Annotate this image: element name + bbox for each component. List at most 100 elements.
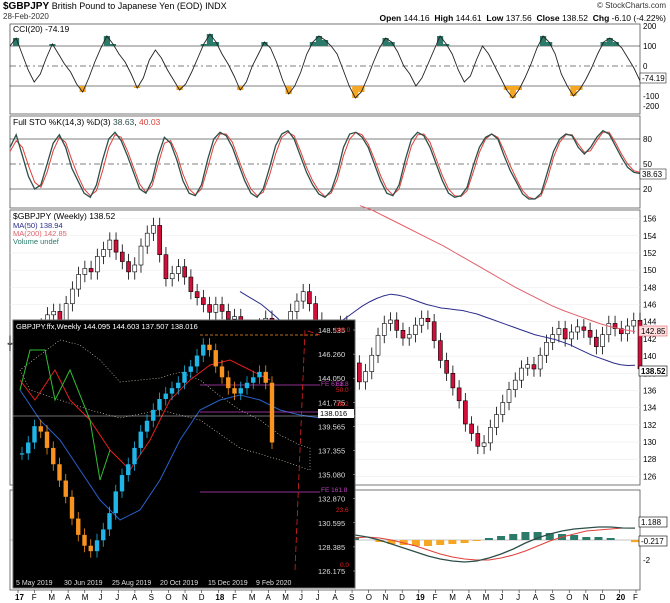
price-candle-body: [157, 225, 163, 255]
x-tick-label: O: [566, 593, 572, 602]
x-tick-label: D: [199, 593, 205, 602]
inset-fib-label: 50.0: [336, 387, 349, 394]
inset-candle-body: [113, 491, 118, 514]
price-candle-body: [119, 251, 125, 262]
price-candle-body: [450, 372, 456, 389]
inset-axis-label: 135.080: [318, 471, 345, 480]
price-candle-body: [188, 276, 194, 292]
price-candle-body: [88, 268, 94, 273]
price-candle-body: [475, 433, 481, 447]
inset-candle-body: [151, 409, 156, 421]
price-candle-body: [600, 334, 605, 347]
inset-candle-body: [101, 529, 106, 541]
price-candle-body: [500, 402, 506, 415]
price-candle-body: [456, 387, 462, 402]
price-tick: 144: [643, 318, 657, 327]
price-candle-body: [587, 330, 593, 338]
x-tick-label: M: [449, 593, 456, 602]
price-candle-body: [394, 319, 400, 331]
volume-label: Volume undef: [13, 237, 60, 246]
inset-candle-body: [57, 464, 62, 481]
inset-candle-body: [269, 382, 275, 443]
macd-histogram-bar: [582, 537, 591, 540]
inset-fib-label: 23.6: [336, 507, 349, 514]
inset-fib-label: 100.0: [334, 327, 351, 334]
inset-candle-body: [63, 480, 68, 497]
inset-axis-label: 130.595: [318, 519, 345, 528]
inset-date-label: 30 Jun 2019: [64, 580, 103, 587]
x-tick-label: M: [249, 593, 256, 602]
inset-axis-label: 146.260: [318, 350, 345, 359]
inset-candle-body: [44, 431, 50, 448]
x-tick-label: J: [99, 593, 103, 602]
cci-tick: -200: [643, 102, 660, 111]
inset-candle-body: [219, 366, 225, 378]
ma200-tag: 142.85: [641, 327, 666, 336]
close-tag: 138.52: [641, 367, 666, 376]
price-ticks: 1561541521501481461441421401381361341321…: [643, 215, 657, 482]
price-tick: 140: [643, 352, 657, 361]
inset-candle-body: [182, 371, 187, 383]
price-candle-body: [363, 371, 368, 383]
price-candle-body: [294, 300, 300, 312]
cci-tick: 0: [643, 62, 648, 71]
macd-histogram-bar: [497, 536, 506, 540]
price-candle-body: [182, 266, 187, 278]
inset-candle-body: [263, 371, 268, 383]
x-tick-label: A: [266, 593, 272, 602]
inset-candle-body: [88, 545, 93, 552]
price-candle-body: [163, 254, 169, 280]
macd-tag2: -0.217: [641, 537, 664, 546]
inset-candle-body: [26, 442, 31, 454]
inset-date-label: 9 Feb 2020: [256, 580, 292, 587]
macd-histogram-bar: [521, 532, 530, 540]
macd-histogram-bar: [436, 540, 445, 545]
price-tick: 126: [643, 472, 657, 481]
x-tick-label: O: [165, 593, 171, 602]
inset-axis-label: 128.385: [318, 543, 345, 552]
price-candle-body: [431, 321, 437, 341]
macd-histogram-bar: [570, 535, 579, 540]
x-tick-label: S: [549, 593, 554, 602]
x-tick-label: S: [349, 593, 354, 602]
price-candle-body: [562, 328, 568, 340]
inset-candle-body: [207, 344, 212, 351]
inset-candle-body: [32, 426, 37, 443]
price-candle-body: [113, 239, 119, 253]
inset-candle-body: [144, 420, 150, 432]
x-tick-label: M: [282, 593, 289, 602]
price-tick: 156: [643, 215, 657, 224]
macd-histogram-bar: [509, 534, 518, 540]
inset-candle-body: [251, 377, 256, 383]
x-tick-label: J: [516, 593, 520, 602]
price-candle-body: [556, 328, 562, 335]
inset-candle-body: [176, 382, 181, 389]
x-tick-label: A: [533, 593, 539, 602]
price-tick: 152: [643, 249, 657, 258]
price-candle-body: [487, 427, 493, 444]
macd-histogram-bar: [448, 540, 457, 544]
x-tick-label: F: [433, 593, 438, 602]
price-candle-body: [400, 330, 406, 339]
inset-candle-body: [201, 344, 206, 356]
inset-candle-body: [169, 388, 175, 394]
sto-panel: Full STO %K(14,3) %D(3) 38.63, 40.03 80 …: [9, 115, 667, 209]
price-candle-body: [107, 239, 113, 250]
inset-candle-body: [107, 513, 112, 530]
sto-tick: 50: [643, 160, 652, 169]
x-tick-label: D: [600, 593, 606, 602]
inset-candle-body: [69, 496, 75, 519]
cci-tick: 200: [643, 22, 657, 31]
x-tick-label: 18: [215, 593, 224, 602]
price-candle-body: [375, 335, 381, 356]
inset-candle-body: [238, 388, 243, 394]
inset-candle-body: [126, 464, 131, 476]
price-candle-body: [544, 342, 549, 356]
price-candle-body: [481, 442, 487, 447]
x-tick-label: F: [232, 593, 237, 602]
inset-chart: GBPJPY.ffx,Weekly 144.095 144.603 137.50…: [12, 319, 356, 589]
price-candle-body: [176, 266, 181, 274]
x-tick-label: D: [399, 593, 405, 602]
inset-candle-body: [94, 540, 100, 552]
price-tick: 130: [643, 438, 657, 447]
